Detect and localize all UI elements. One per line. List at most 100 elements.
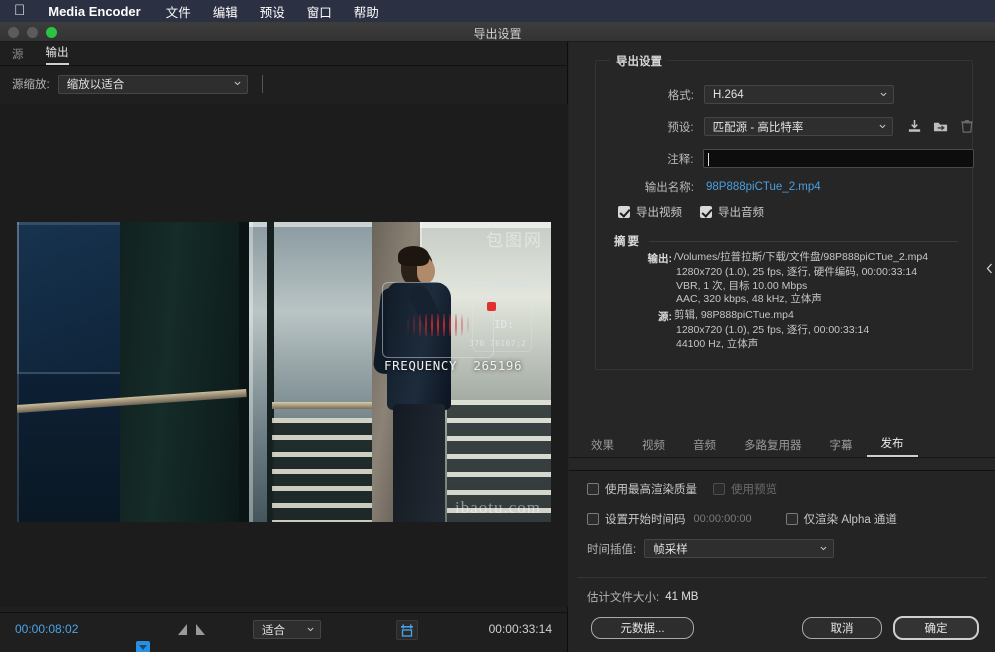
summary-source-clip: 剪辑, 98P888piCTue.mp4 — [674, 309, 794, 324]
hud-code-text: 370 76167;2 — [469, 339, 526, 348]
chevron-down-icon — [879, 122, 886, 129]
video-frame[interactable]: SCANNING ID: 370 76167;2 FREQUENCY 26519… — [17, 222, 551, 522]
timeline-scrubber[interactable] — [0, 640, 568, 652]
summary-output-first-line: 输出: /Volumes/拉普拉斯/下载/文件盘/98P888piCTue_2.… — [628, 251, 968, 266]
chevron-down-icon — [880, 90, 887, 97]
time-interpolation-row: 时间插值: 帧采样 — [587, 539, 834, 558]
checkbox-box — [700, 206, 712, 218]
format-value: H.264 — [713, 89, 744, 101]
preset-actions — [907, 119, 974, 134]
output-name-row: 输出名称: 98P888piCTue_2.mp4 — [596, 179, 974, 195]
summary-header: 摘要 — [614, 233, 958, 249]
checkbox-box — [587, 513, 599, 525]
time-interpolation-select[interactable]: 帧采样 — [644, 539, 834, 558]
preset-select[interactable]: 匹配源 - 高比特率 — [704, 117, 893, 136]
export-settings-group: 导出设置 格式: H.264 预设: — [595, 60, 973, 370]
summary-output-line-4: AAC, 320 kbps, 48 kHz, 立体声 — [676, 293, 968, 307]
export-video-checkbox[interactable]: 导出视频 — [618, 204, 682, 220]
checkbox-box — [713, 483, 725, 495]
format-select[interactable]: H.264 — [704, 85, 894, 104]
save-preset-icon[interactable] — [907, 119, 922, 134]
hud-waveform-icon — [389, 314, 487, 336]
tab-audio[interactable]: 音频 — [679, 437, 730, 457]
chevron-down-icon[interactable] — [614, 237, 623, 246]
summary-rule — [649, 241, 958, 242]
start-timecode-value[interactable]: 00:00:00:00 — [694, 513, 752, 525]
estimated-size-row: 估计文件大小: 41 MB — [587, 589, 698, 605]
source-scaling-select[interactable]: 缩放以适合 — [58, 75, 248, 94]
window-title: 导出设置 — [0, 25, 995, 42]
current-timecode[interactable]: 00:00:08:02 — [15, 622, 78, 636]
format-row: 格式: H.264 — [596, 85, 974, 104]
tab-source[interactable]: 源 — [12, 46, 24, 65]
tab-output[interactable]: 输出 — [46, 44, 69, 65]
menu-item-app-name[interactable]: Media Encoder — [37, 4, 154, 19]
tab-video[interactable]: 视频 — [628, 437, 679, 457]
zoom-level-value: 适合 — [262, 622, 285, 638]
export-audio-checkbox[interactable]: 导出音频 — [700, 204, 764, 220]
video-building-left-lower — [17, 372, 122, 522]
render-quality-row: 使用最高渲染质量 使用预览 — [587, 481, 777, 497]
metadata-button[interactable]: 元数据... — [591, 617, 694, 639]
source-scaling-label: 源缩放: — [12, 76, 50, 92]
tab-effects[interactable]: 效果 — [581, 437, 628, 457]
set-in-point-icon[interactable] — [178, 624, 187, 635]
hud-id-label: ID: — [494, 318, 514, 331]
menu-item-window[interactable]: 窗口 — [296, 2, 343, 21]
hud-frequency-value: 265196 — [473, 358, 522, 373]
source-scaling-row: 源缩放: 缩放以适合 — [0, 69, 568, 99]
import-preset-icon[interactable] — [933, 119, 949, 134]
set-start-timecode-checkbox[interactable]: 设置开始时间码 — [587, 511, 686, 527]
summary-output-block: 输出: /Volumes/拉普拉斯/下载/文件盘/98P888piCTue_2.… — [628, 251, 968, 307]
menu-item-file[interactable]: 文件 — [155, 2, 202, 21]
format-label: 格式: — [596, 87, 694, 103]
export-audio-label: 导出音频 — [718, 204, 764, 220]
video-mullion-1 — [239, 222, 249, 522]
menu-item-preset[interactable]: 预设 — [249, 2, 296, 21]
playhead-marker — [139, 645, 147, 650]
comments-label: 注释: — [596, 151, 693, 167]
preset-row: 预设: 匹配源 - 高比特率 — [596, 117, 974, 136]
export-settings-title: 导出设置 — [610, 53, 668, 69]
ok-button[interactable]: 确定 — [893, 616, 979, 640]
summary-output-line-3: VBR, 1 次, 目标 10.00 Mbps — [676, 280, 968, 294]
export-options-footer: 使用最高渲染质量 使用预览 设置开始时间码 00:00:00:00 仅渲染 Al… — [569, 470, 995, 652]
summary-output-path: /Volumes/拉普拉斯/下载/文件盘/98P888piCTue_2.mp4 — [674, 251, 928, 266]
tab-multiplexer[interactable]: 多路复用器 — [730, 437, 816, 457]
panel-collapse-handle[interactable] — [985, 260, 994, 276]
cancel-button[interactable]: 取消 — [802, 617, 882, 639]
export-frame-button[interactable] — [396, 620, 418, 640]
set-out-point-icon[interactable] — [196, 624, 205, 635]
export-toggles-row: 导出视频 导出音频 — [618, 204, 764, 220]
output-name-label: 输出名称: — [596, 179, 694, 195]
estimated-size-label: 估计文件大小: — [587, 589, 659, 605]
menu-item-edit[interactable]: 编辑 — [202, 2, 249, 21]
summary-output-line-2: 1280x720 (1.0), 25 fps, 逐行, 硬件编码, 00:00:… — [676, 266, 968, 280]
max-render-quality-checkbox[interactable]: 使用最高渲染质量 — [587, 481, 697, 497]
preset-value: 匹配源 - 高比特率 — [713, 119, 804, 135]
hud-frequency-text: FREQUENCY 265196 — [384, 358, 522, 373]
settings-tabs: 效果 视频 音频 多路复用器 字幕 发布 — [569, 432, 995, 458]
chevron-down-icon — [234, 80, 241, 87]
settings-scroll-region: 导出设置 格式: H.264 预设: — [569, 50, 995, 482]
apple-logo-icon[interactable]:  — [10, 3, 37, 20]
summary-output-label: 输出: — [628, 251, 672, 266]
output-name-link[interactable]: 98P888piCTue_2.mp4 — [706, 181, 821, 193]
menu-item-help[interactable]: 帮助 — [343, 2, 390, 21]
time-interpolation-label: 时间插值: — [587, 541, 636, 557]
zoom-level-select[interactable]: 适合 — [253, 620, 321, 639]
source-scaling-value: 缩放以适合 — [67, 76, 125, 92]
video-preview-area: SCANNING ID: 370 76167;2 FREQUENCY 26519… — [0, 104, 568, 607]
comments-input[interactable] — [703, 149, 974, 168]
chevron-down-icon[interactable] — [616, 57, 625, 66]
tab-captions[interactable]: 字幕 — [816, 437, 867, 457]
checkbox-box — [618, 206, 630, 218]
duration-timecode: 00:00:33:14 — [489, 622, 552, 636]
tab-publish[interactable]: 发布 — [867, 435, 918, 457]
delete-preset-icon[interactable] — [960, 119, 974, 134]
checkbox-box — [786, 513, 798, 525]
export-frame-icon — [400, 624, 414, 637]
render-alpha-only-checkbox[interactable]: 仅渲染 Alpha 通道 — [786, 511, 897, 527]
checkbox-box — [587, 483, 599, 495]
timeline-playhead[interactable] — [136, 641, 150, 652]
